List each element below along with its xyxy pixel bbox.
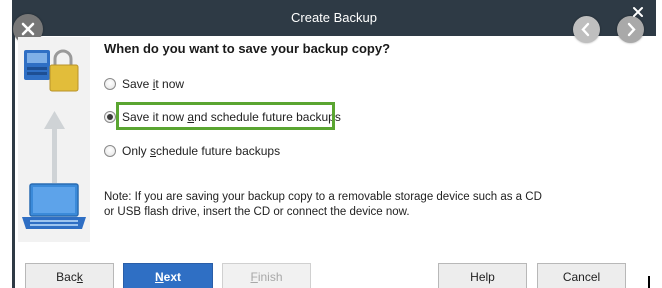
window-close-icon[interactable]: [630, 4, 646, 20]
title-bar: Create Backup: [12, 0, 656, 36]
selection-highlight-box: [116, 102, 335, 130]
server-lock-icon: [24, 49, 79, 92]
backup-question: When do you want to save your backup cop…: [104, 41, 391, 56]
next-arrow-button[interactable]: [617, 16, 644, 43]
button-label: Help: [470, 269, 495, 284]
option-save-it-now[interactable]: Save it now: [104, 75, 184, 93]
accelerator-key: F: [250, 269, 258, 284]
backup-illustration: [18, 37, 90, 242]
finish-button[interactable]: Finish: [222, 263, 311, 288]
button-label: Cancel: [562, 269, 601, 284]
option-label: Only schedule future backups: [122, 144, 280, 158]
label-text: chedule future backups: [156, 144, 281, 158]
button-label: inish: [257, 269, 283, 284]
radio-only-schedule[interactable]: [104, 145, 116, 157]
window-left-border: [12, 36, 15, 288]
accelerator-key: N: [154, 269, 164, 284]
accelerator-key: k: [76, 269, 83, 284]
radio-save-it-now[interactable]: [104, 78, 116, 90]
label-text: Save: [122, 77, 153, 91]
cancel-button[interactable]: Cancel: [537, 263, 626, 288]
chevron-left-icon: [581, 22, 590, 37]
help-button[interactable]: Help: [438, 263, 527, 288]
option-only-schedule[interactable]: Only schedule future backups: [104, 142, 280, 160]
label-text: Only: [122, 144, 151, 158]
radio-save-and-schedule[interactable]: [104, 111, 116, 123]
arrow-up-icon: [44, 111, 65, 183]
option-label: Save it now: [122, 77, 184, 91]
label-text: t now: [155, 77, 185, 91]
button-label: ext: [163, 269, 181, 284]
next-button[interactable]: Next: [123, 263, 213, 288]
back-button[interactable]: Bac k: [25, 263, 114, 288]
removable-media-note: Note: If you are saving your backup copy…: [104, 191, 542, 218]
previous-button[interactable]: [573, 16, 600, 43]
button-label: Bac: [56, 269, 77, 284]
dialog-title: Create Backup: [291, 10, 377, 25]
laptop-icon: [22, 183, 86, 229]
text-cursor: [648, 276, 650, 288]
chevron-right-icon: [627, 22, 636, 37]
